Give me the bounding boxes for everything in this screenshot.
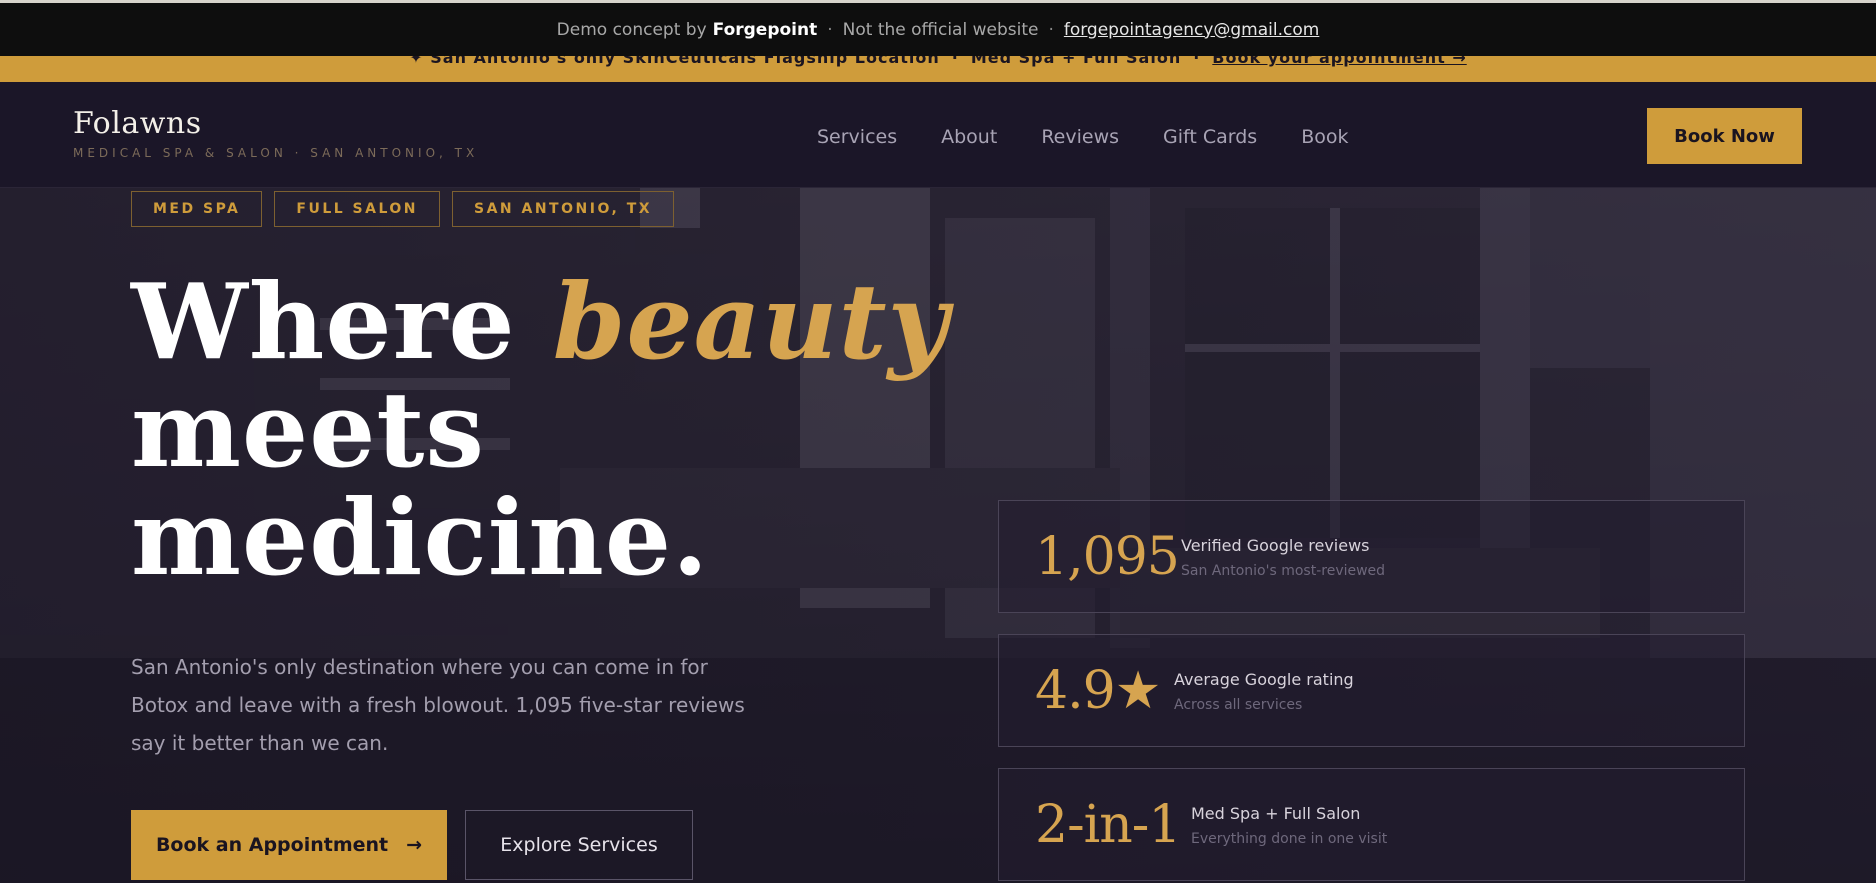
headline-beauty: beauty [552,260,950,383]
hero-headline: Where beauty meets medicine. [131,268,949,592]
book-now-button[interactable]: Book Now [1647,108,1802,164]
announcement-lead: ✦ San Antonio's only SkinCeuticals Flags… [409,56,940,67]
stat-card-rating: 4.9★ Average Google rating Across all se… [998,634,1745,747]
main-nav: Services About Reviews Gift Cards Book [817,126,1393,148]
announcement-book-link[interactable]: Book your appointment → [1212,56,1466,67]
demo-separator: · [827,19,833,40]
demo-concept-bar: Demo concept by Forgepoint · Not the off… [0,0,1876,56]
stat-value: 1,095 [1035,527,1180,587]
demo-notice: Not the official website [842,19,1039,40]
stat-card-two-in-one: 2-in-1 Med Spa + Full Salon Everything d… [998,768,1745,881]
hero-description: San Antonio's only destination where you… [131,655,745,755]
announcement-middle: Med Spa + Full Salon [970,56,1182,67]
announcement-separator: · [1193,56,1201,67]
logo[interactable]: Folawns [73,106,202,141]
demo-separator: · [1048,19,1054,40]
nav-about[interactable]: About [941,126,997,148]
announcement-separator: · [951,56,959,67]
chip-med-spa: MED SPA [131,191,263,227]
book-appointment-button[interactable]: Book an Appointment → [131,810,447,880]
stat-label: Med Spa + Full Salon [1191,804,1361,823]
stat-sub: Everything done in one visit [1191,831,1388,847]
chip-location: SAN ANTONIO, TX [452,191,675,227]
stat-sub: Across all services [1174,697,1303,713]
arrow-right-icon: → [406,834,423,856]
stat-sub: San Antonio's most-reviewed [1181,563,1386,579]
logo-tagline: MEDICAL SPA & SALON · SAN ANTONIO, TX [73,146,479,160]
demo-prefix: Demo concept by [556,19,707,40]
nav-gift-cards[interactable]: Gift Cards [1163,126,1257,148]
headline-where: Where [131,260,553,383]
chip-full-salon: FULL SALON [274,191,440,227]
hero-section: MED SPA FULL SALON SAN ANTONIO, TX Where… [0,188,1876,883]
book-appointment-label: Book an Appointment [155,834,389,856]
demo-brand: Forgepoint [712,19,818,40]
announcement-bar: ✦ San Antonio's only SkinCeuticals Flags… [0,56,1876,82]
headline-medicine: medicine. [131,476,710,599]
hero-chips: MED SPA FULL SALON SAN ANTONIO, TX [131,191,675,227]
demo-email-link[interactable]: forgepointagency@gmail.com [1064,20,1319,40]
nav-reviews[interactable]: Reviews [1041,126,1119,148]
site-header: Folawns MEDICAL SPA & SALON · SAN ANTONI… [0,82,1876,188]
stat-card-reviews: 1,095 Verified Google reviews San Antoni… [998,500,1745,613]
stat-label: Average Google rating [1174,670,1354,689]
stat-label: Verified Google reviews [1181,536,1370,555]
nav-services[interactable]: Services [817,126,897,148]
explore-services-button[interactable]: Explore Services [465,810,693,880]
stat-value: 2-in-1 [1035,795,1181,855]
headline-meets: meets [131,368,485,491]
stat-value: 4.9★ [1035,661,1161,721]
nav-book[interactable]: Book [1301,126,1348,148]
